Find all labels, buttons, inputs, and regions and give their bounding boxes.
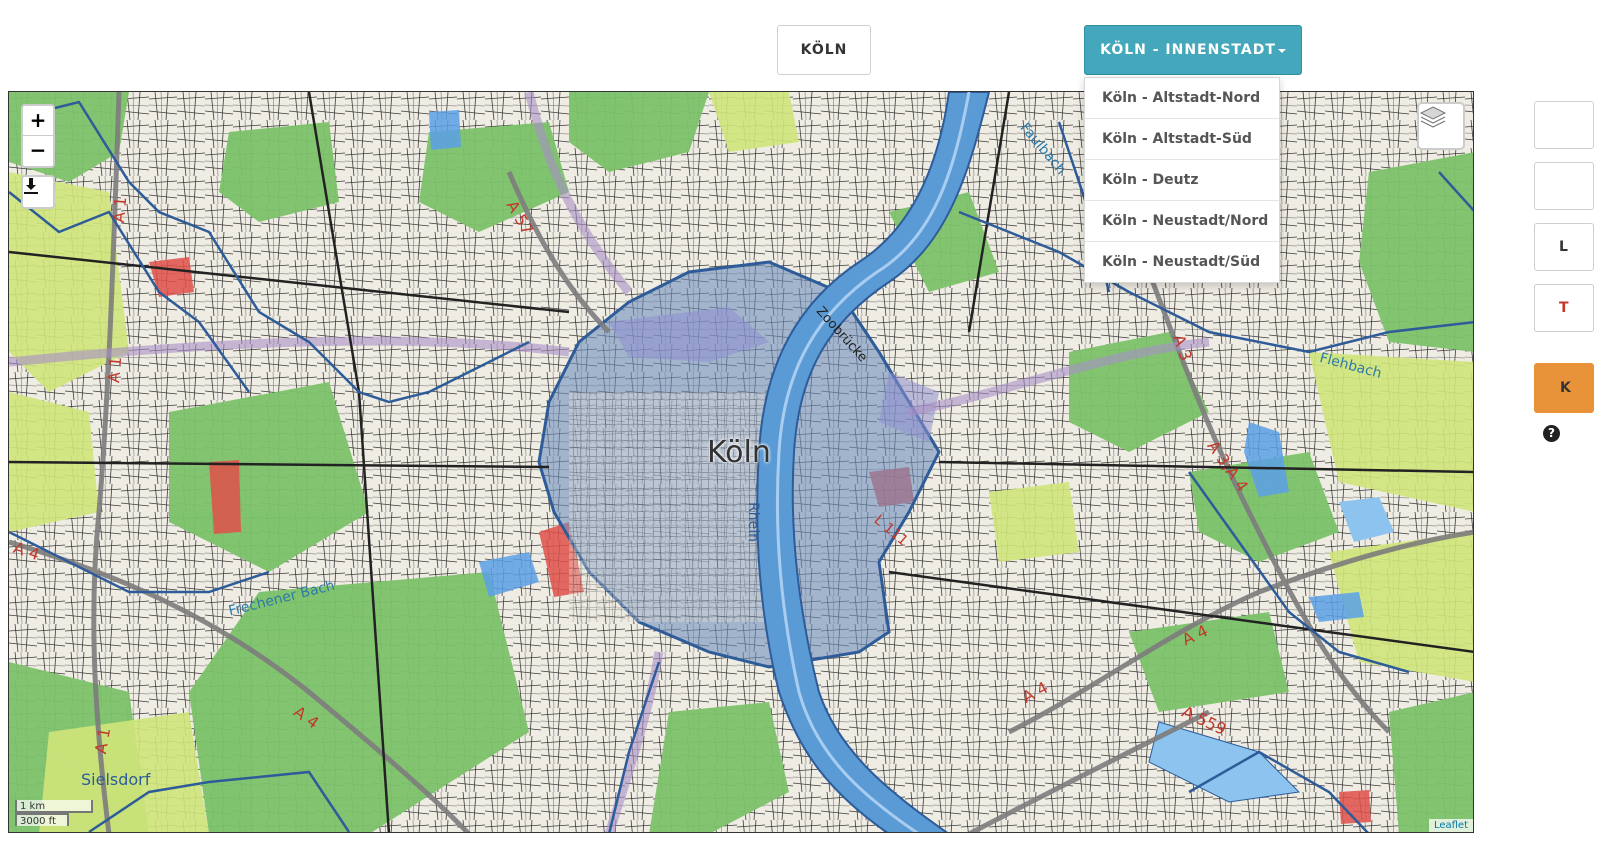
side-button-3[interactable]: L — [1534, 223, 1594, 271]
layers-button[interactable] — [1417, 102, 1465, 150]
district-dropdown-menu: Köln - Altstadt-Nord Köln - Altstadt-Süd… — [1084, 77, 1280, 283]
dropdown-item-deutz[interactable]: Köln - Deutz — [1085, 160, 1279, 201]
zoom-out-button[interactable]: − — [23, 136, 53, 165]
side-button-4-label: T — [1559, 300, 1569, 316]
district-button-label: KÖLN - INNENSTADT — [1100, 42, 1276, 58]
map-label-city: Köln — [707, 435, 771, 470]
side-button-1[interactable] — [1534, 101, 1594, 149]
side-button-4[interactable]: T — [1534, 284, 1594, 332]
attribution-link[interactable]: Leaflet — [1428, 819, 1473, 832]
help-icon[interactable]: ? — [1543, 425, 1560, 442]
download-button[interactable] — [21, 175, 55, 209]
layers-icon — [1419, 106, 1447, 128]
map-label-a1-mid: A 1 — [104, 355, 126, 384]
scale-metric: 1 km — [15, 800, 93, 813]
map-label-rhein: Rhein — [745, 502, 761, 542]
side-button-2[interactable] — [1534, 162, 1594, 210]
zoom-in-button[interactable]: + — [23, 106, 53, 136]
map-label-sielsdorf: Sielsdorf — [81, 770, 151, 789]
dropdown-item-neustadt-nord[interactable]: Köln - Neustadt/Nord — [1085, 201, 1279, 242]
city-button[interactable]: KÖLN — [777, 25, 871, 75]
caret-down-icon — [1277, 49, 1286, 53]
zoom-control: + − — [21, 104, 55, 168]
dropdown-item-altstadt-nord[interactable]: Köln - Altstadt-Nord — [1085, 78, 1279, 119]
download-icon — [24, 178, 38, 194]
district-dropdown-button[interactable]: KÖLN - INNENSTADT — [1084, 25, 1302, 75]
map-label-a1-top: A 1 — [109, 195, 131, 224]
scale-bar: 1 km 3000 ft — [15, 800, 93, 827]
side-orange-button[interactable]: K — [1534, 363, 1594, 413]
city-button-label: KÖLN — [800, 42, 848, 58]
dropdown-item-altstadt-sued[interactable]: Köln - Altstadt-Süd — [1085, 119, 1279, 160]
side-orange-label: K — [1560, 380, 1571, 396]
side-button-3-label: L — [1559, 239, 1568, 255]
dropdown-item-neustadt-sued[interactable]: Köln - Neustadt/Süd — [1085, 242, 1279, 282]
scale-imperial: 3000 ft — [15, 813, 69, 827]
